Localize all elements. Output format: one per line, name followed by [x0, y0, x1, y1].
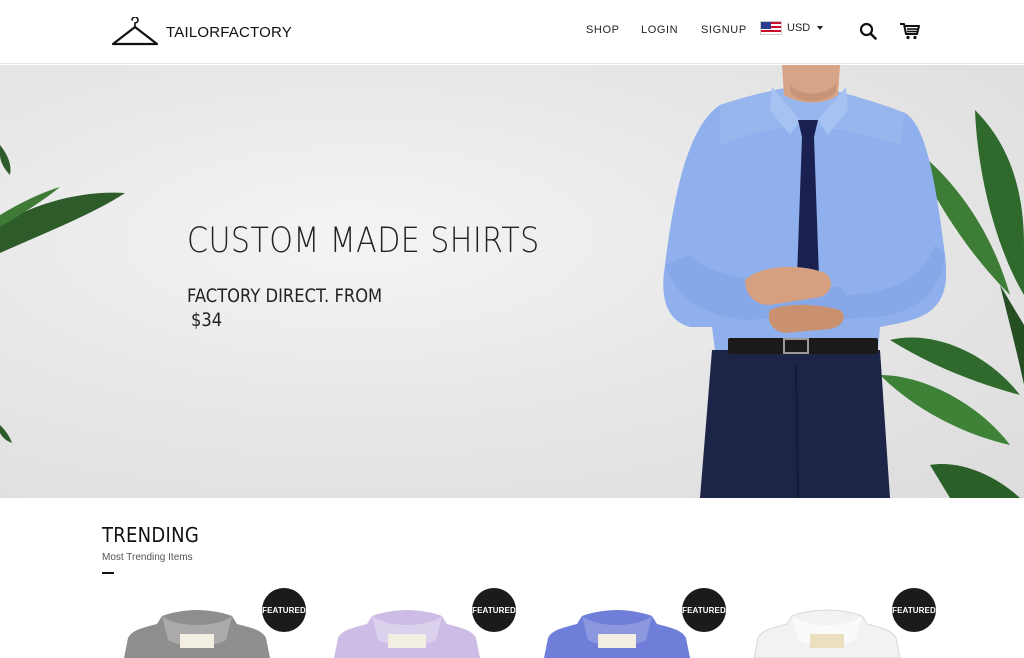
brand-name: TAILORFACTORY [166, 23, 292, 41]
us-flag-icon [760, 21, 782, 35]
shirt-image [753, 609, 901, 658]
product-card[interactable]: FEATURED [542, 588, 742, 658]
section-divider [102, 572, 114, 574]
featured-badge: FEATURED [262, 588, 306, 632]
hero-subtitle: FACTORY DIRECT. FROM [187, 285, 383, 307]
chevron-down-icon [817, 26, 824, 30]
hero-banner[interactable]: CUSTOM MADE SHIRTS FACTORY DIRECT. FROM … [0, 65, 1024, 498]
shirt-image [334, 610, 480, 658]
currency-selector[interactable]: USD [760, 21, 824, 35]
brand-logo[interactable]: TAILORFACTORY [110, 17, 292, 47]
product-card[interactable]: FEATURED [332, 588, 532, 658]
product-card[interactable]: FEATURED [752, 588, 952, 658]
search-icon[interactable] [859, 22, 877, 40]
nav-login-link[interactable]: LOGIN [641, 24, 678, 36]
cart-icon[interactable] [899, 22, 921, 40]
featured-badge: FEATURED [892, 588, 936, 632]
shirt-image [544, 610, 690, 658]
nav-signup-link[interactable]: SIGNUP [701, 24, 747, 36]
shirt-image [124, 610, 270, 658]
section-subtitle: Most Trending Items [102, 552, 193, 563]
featured-badge: FEATURED [682, 588, 726, 632]
hero-title: CUSTOM MADE SHIRTS [187, 221, 540, 261]
site-header: TAILORFACTORY SHOP LOGIN SIGNUP USD [0, 0, 1024, 64]
hanger-icon [111, 17, 159, 46]
featured-badge: FEATURED [472, 588, 516, 632]
hero-price: $34 [191, 309, 223, 331]
nav-shop-link[interactable]: SHOP [586, 24, 620, 36]
product-card[interactable]: FEATURED [122, 588, 322, 658]
plant-leaf-left [0, 145, 125, 443]
section-title: TRENDING [102, 523, 200, 547]
hero-model-image [0, 65, 1024, 498]
currency-code: USD [787, 22, 811, 34]
